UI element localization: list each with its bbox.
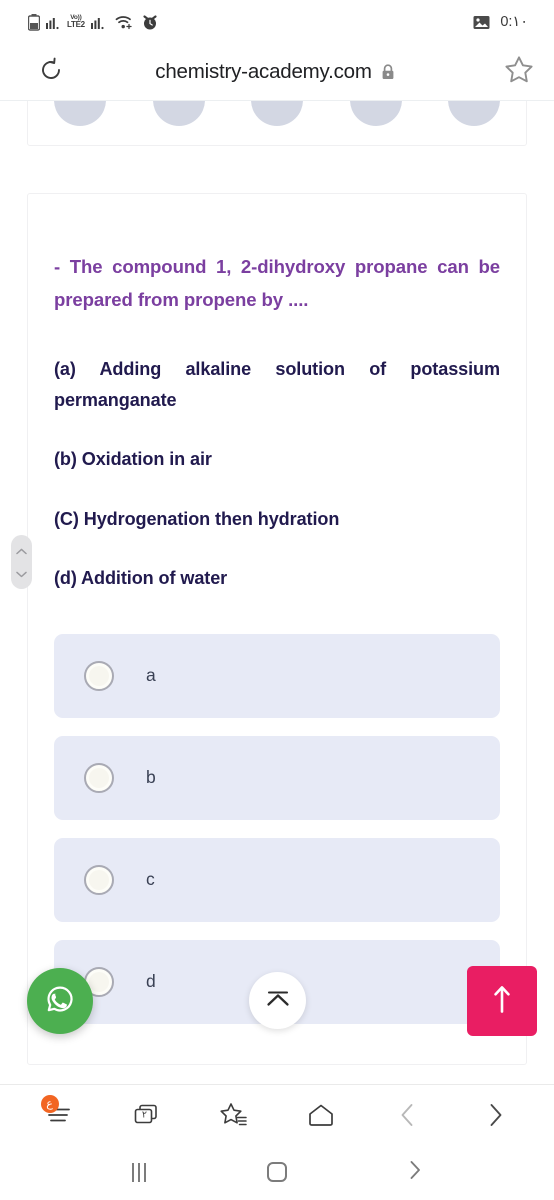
answer-choice-c[interactable]: c xyxy=(54,837,500,922)
question-option-a: (a) Adding alkaline solution of potassiu… xyxy=(54,359,500,411)
collapse-fab[interactable] xyxy=(249,972,306,1029)
radio-button-a[interactable] xyxy=(84,660,114,691)
answer-choice-label: a xyxy=(146,665,156,686)
star-outline-icon[interactable] xyxy=(504,55,534,89)
forward-button[interactable] xyxy=(469,1092,521,1138)
question-option-c: (C) Hydrogenation then hydration xyxy=(54,508,340,529)
browser-nav-bar: ع ٢ xyxy=(0,1084,554,1144)
answer-choice-list: a b c d xyxy=(54,633,500,1024)
bookmarks-button[interactable] xyxy=(208,1092,260,1138)
question-option-b: (b) Oxidation in air xyxy=(54,449,212,470)
signal-bars-2-icon xyxy=(90,15,106,30)
tab-count-label: ٢ xyxy=(141,1109,147,1120)
scroll-to-top-button[interactable] xyxy=(467,966,537,1036)
status-bar-clock: 0:١٠ xyxy=(500,14,528,30)
whatsapp-fab[interactable] xyxy=(27,968,93,1034)
home-button[interactable] xyxy=(295,1092,347,1138)
back-button[interactable] xyxy=(382,1092,434,1138)
avatar xyxy=(251,101,303,126)
question-card: - The compound 1, 2-dihydroxy propane ca… xyxy=(27,193,527,1065)
alarm-icon xyxy=(142,14,158,31)
answer-choice-label: c xyxy=(146,869,155,890)
image-icon xyxy=(473,15,490,30)
chevron-up-bar-icon xyxy=(264,986,292,1015)
avatar xyxy=(54,101,106,126)
avatar xyxy=(448,101,500,126)
phone-screen: Vo)) LTE2 0:١٠ chemistry-academy.com - T… xyxy=(0,0,554,1200)
page-content: - The compound 1, 2-dihydroxy propane ca… xyxy=(0,101,554,1065)
chevron-up-icon xyxy=(16,542,27,560)
status-bar: Vo)) LTE2 0:١٠ xyxy=(0,0,554,44)
home-button[interactable] xyxy=(254,1152,300,1192)
avatar-strip-card xyxy=(27,101,527,146)
radio-button-b[interactable] xyxy=(84,762,114,793)
recents-icon xyxy=(132,1162,146,1182)
battery-icon xyxy=(28,13,40,31)
chevron-right-icon xyxy=(405,1159,425,1186)
whatsapp-icon xyxy=(42,981,78,1022)
answer-choice-label: d xyxy=(146,971,156,992)
question-stem: - The compound 1, 2-dihydroxy propane ca… xyxy=(54,256,500,311)
menu-button[interactable]: ع xyxy=(34,1092,86,1138)
answer-choice-a[interactable]: a xyxy=(54,633,500,718)
system-nav-bar xyxy=(0,1144,554,1200)
volte-lte-icon: Vo)) LTE2 xyxy=(67,14,85,30)
url-display[interactable]: chemistry-academy.com xyxy=(60,60,490,84)
answer-choice-label: b xyxy=(146,767,156,788)
avatar xyxy=(152,101,205,126)
status-bar-right: 0:١٠ xyxy=(473,14,528,30)
lock-icon xyxy=(381,64,395,80)
question-option-d: (d) Addition of water xyxy=(54,567,228,588)
signal-bars-icon xyxy=(46,15,61,30)
url-host: chemistry-academy.com xyxy=(155,60,372,83)
lte-label: LTE2 xyxy=(67,20,85,30)
web-page-viewport[interactable]: - The compound 1, 2-dihydroxy propane ca… xyxy=(0,100,554,1084)
chevron-down-icon xyxy=(16,565,27,583)
tab-switcher-button[interactable]: ٢ xyxy=(121,1092,173,1138)
scrollbar-handle[interactable] xyxy=(11,535,32,589)
answer-choice-b[interactable]: b xyxy=(54,735,500,820)
recents-button[interactable] xyxy=(116,1152,162,1192)
arrow-up-icon xyxy=(491,983,513,1020)
menu-badge: ع xyxy=(40,1094,59,1113)
radio-button-c[interactable] xyxy=(84,864,114,895)
status-bar-left: Vo)) LTE2 xyxy=(28,13,158,31)
home-square-icon xyxy=(267,1162,287,1182)
back-button[interactable] xyxy=(392,1152,438,1192)
browser-url-bar[interactable]: chemistry-academy.com xyxy=(0,44,554,100)
wifi-icon xyxy=(115,14,133,30)
avatar xyxy=(349,101,402,126)
